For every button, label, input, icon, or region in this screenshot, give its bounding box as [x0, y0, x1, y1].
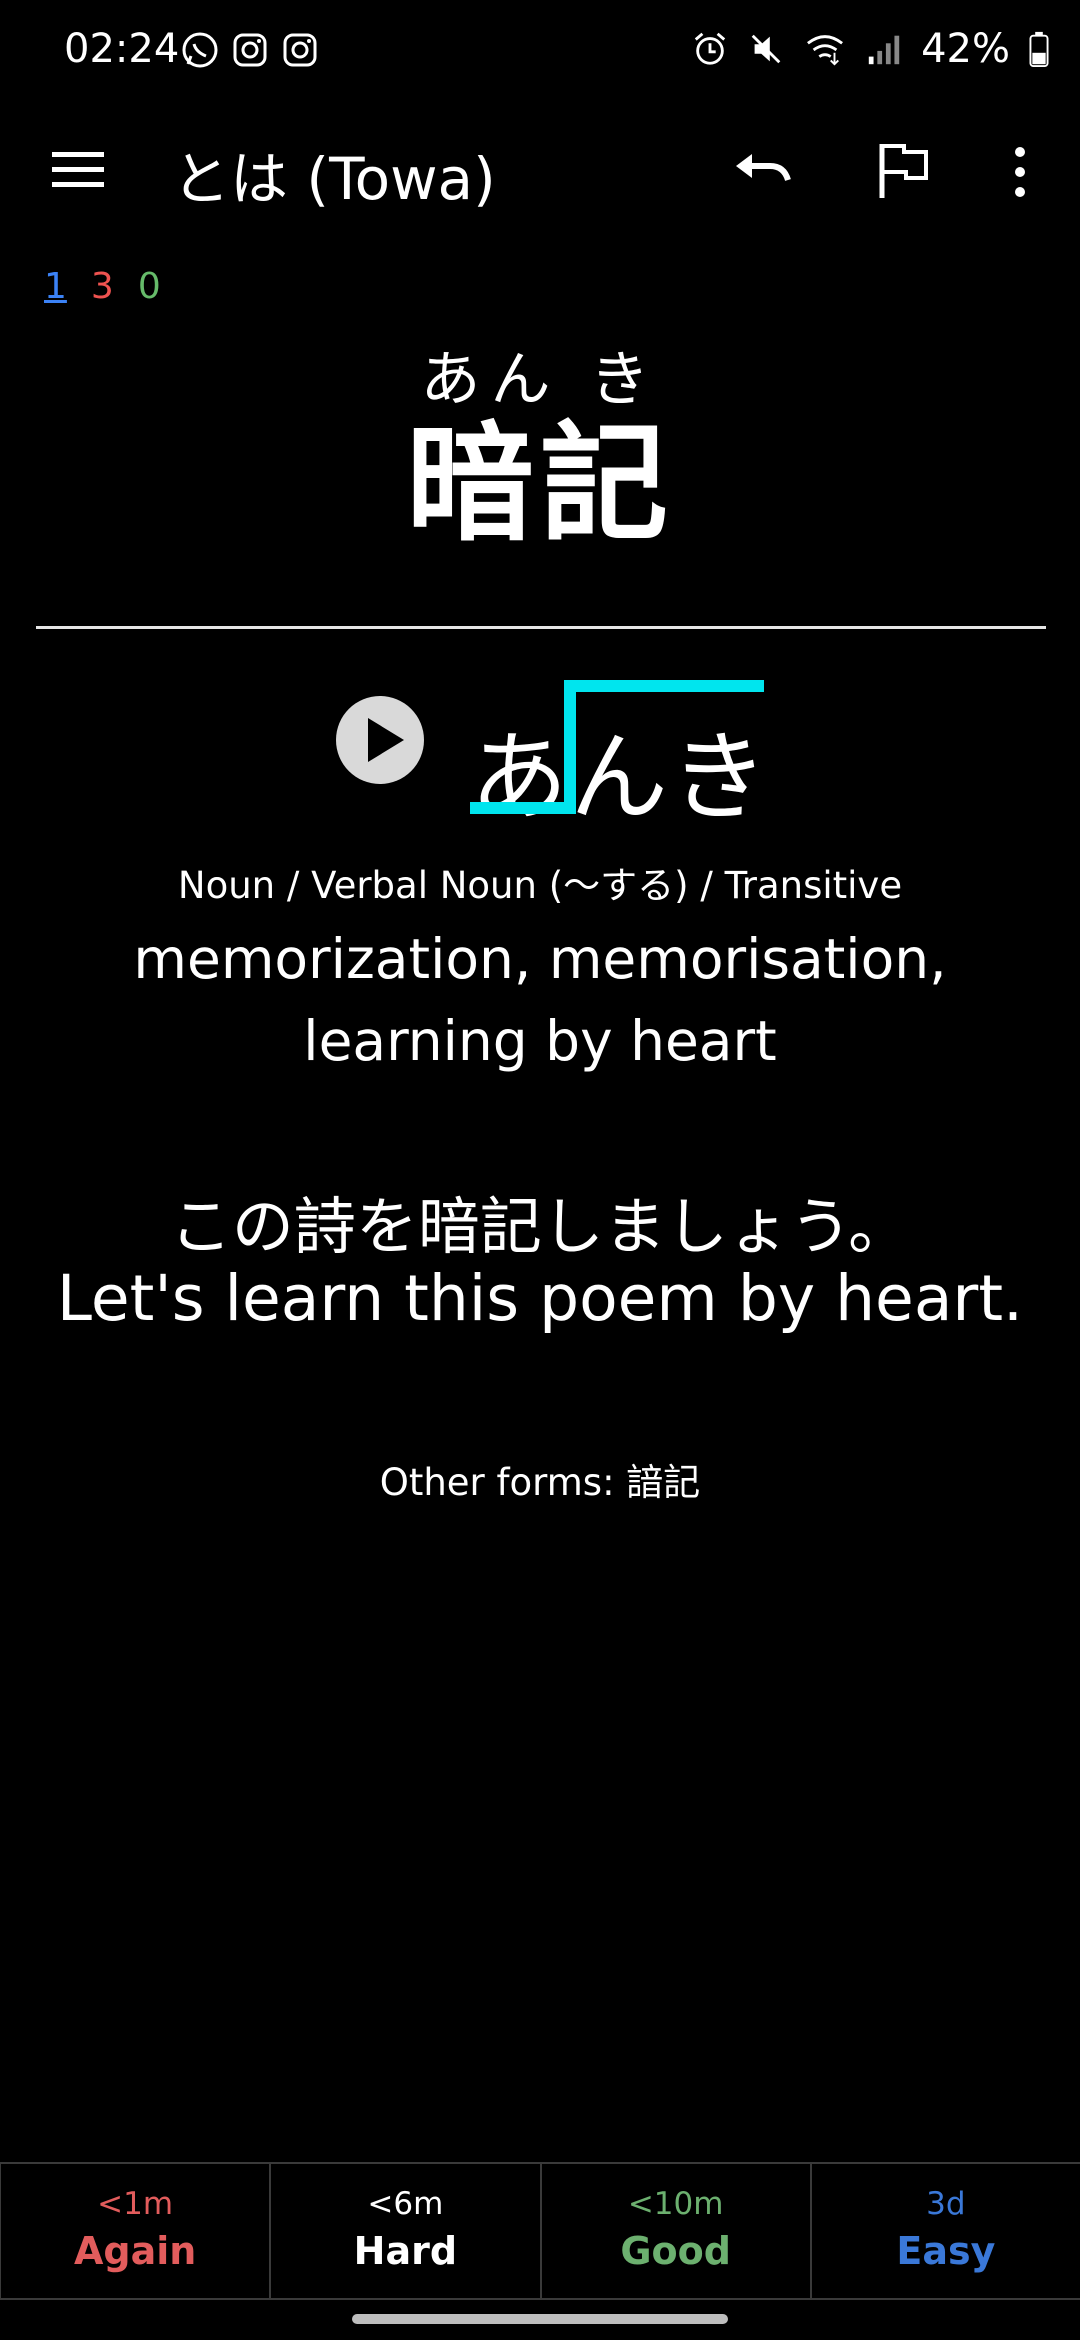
flag-icon: [879, 144, 928, 198]
play-icon: [336, 696, 424, 784]
divider: [36, 626, 1046, 629]
part-of-speech: Noun / Verbal Noun (〜する) / Transitive: [177, 864, 903, 907]
more-options-button[interactable]: [1000, 140, 1040, 204]
play-audio-button[interactable]: [334, 694, 426, 786]
other-forms: Other forms: 諳記: [379, 1461, 701, 1504]
again-button[interactable]: <1m Again: [0, 2164, 272, 2298]
example-sentence-english: Let's learn this poem by heart.: [56, 1262, 1024, 1335]
status-right: 42%: [691, 26, 1050, 72]
hard-label: Hard: [353, 2229, 458, 2273]
learning-count: 3: [90, 266, 114, 307]
alarm-icon: [694, 32, 726, 65]
reading-row: あんき: [0, 680, 1080, 835]
again-label: Again: [73, 2229, 197, 2273]
easy-label: Easy: [896, 2229, 996, 2273]
easy-interval: 3d: [926, 2186, 966, 2222]
hard-button[interactable]: <6m Hard: [271, 2164, 542, 2298]
instagram-icon: [233, 33, 267, 67]
deck-title: とは (Towa): [172, 145, 496, 213]
status-left-icons: [180, 30, 320, 70]
whatsapp-icon: [182, 32, 218, 68]
mute-icon: [751, 34, 781, 64]
good-label: Good: [620, 2229, 731, 2273]
example-sentence-japanese: この詩を暗記しましょう。: [169, 1190, 911, 1263]
furigana: あん き: [420, 345, 660, 415]
home-indicator[interactable]: [352, 2314, 728, 2324]
undo-icon: [736, 154, 791, 181]
battery-percentage: 42%: [921, 26, 1010, 72]
answer-bar: <1m Again <6m Hard <10m Good 3d Easy: [0, 2162, 1080, 2300]
card-front: あん き 暗記: [0, 350, 1080, 552]
wifi-icon: [807, 35, 844, 66]
card-counts: 1 3 0: [44, 266, 161, 307]
signal-icon: [868, 35, 900, 65]
app-bar: とは (Towa): [0, 110, 1080, 230]
meaning: memorization, memorisation, learning by …: [133, 927, 947, 1073]
new-count: 1: [44, 266, 67, 307]
kanji-word: 暗記: [405, 410, 674, 559]
undo-button[interactable]: [730, 140, 794, 204]
pitch-accent-graph: [470, 680, 764, 814]
flag-button[interactable]: [872, 138, 936, 202]
instagram-icon: [283, 33, 317, 67]
battery-icon: [1029, 31, 1049, 68]
menu-icon: [52, 152, 104, 187]
hard-interval: <6m: [367, 2186, 444, 2222]
menu-button[interactable]: [48, 140, 108, 200]
again-interval: <1m: [97, 2186, 174, 2222]
good-interval: <10m: [627, 2186, 724, 2222]
good-button[interactable]: <10m Good: [542, 2164, 812, 2298]
easy-button[interactable]: 3d Easy: [812, 2164, 1080, 2298]
more-vert-icon: [1015, 147, 1025, 197]
status-time: 02:24: [64, 26, 180, 72]
review-count: 0: [137, 266, 161, 307]
status-bar: 02:24 42%: [0, 0, 1080, 100]
